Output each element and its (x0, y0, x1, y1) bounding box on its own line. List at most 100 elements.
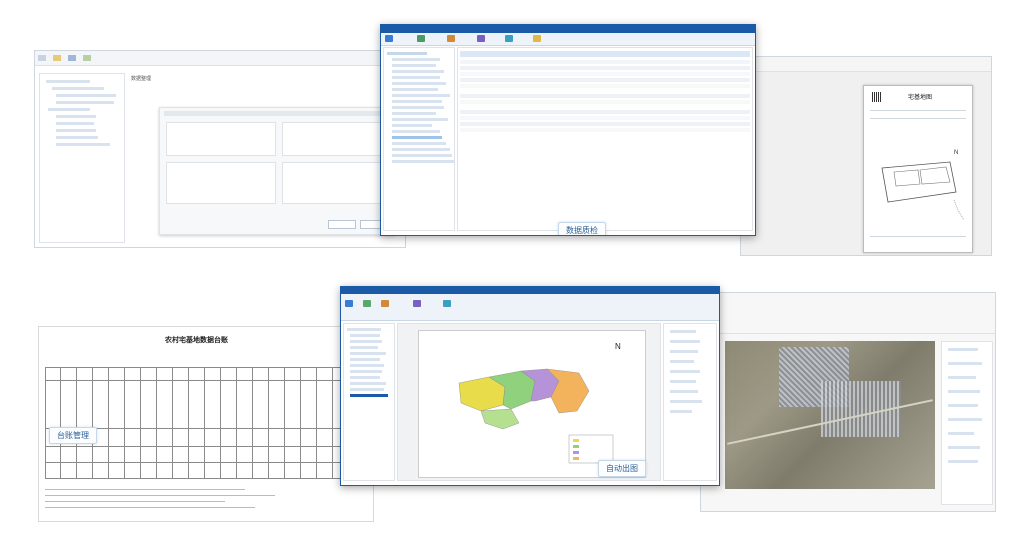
tree-item[interactable] (350, 376, 380, 379)
tree-item[interactable] (392, 148, 450, 151)
tree-item[interactable] (347, 328, 381, 331)
dialog-group (166, 122, 276, 156)
tree-item[interactable] (392, 70, 444, 73)
tree-item[interactable] (350, 382, 386, 385)
satellite-image (725, 341, 935, 489)
tree-item[interactable] (350, 346, 378, 349)
tree-item[interactable] (56, 136, 98, 139)
layer-item[interactable] (948, 418, 982, 421)
toolbar (35, 51, 405, 66)
export-icon[interactable] (505, 35, 513, 42)
layer-item[interactable] (948, 390, 980, 393)
tree-item[interactable] (392, 118, 448, 121)
table-line (46, 462, 368, 463)
tab-organise[interactable]: 数据整理 (131, 75, 151, 82)
tree-item[interactable] (350, 340, 382, 343)
tree-item[interactable] (56, 101, 114, 104)
tree-item[interactable] (392, 130, 440, 133)
table-line (140, 368, 141, 478)
tree-item[interactable] (392, 142, 446, 145)
tree-item[interactable] (392, 76, 440, 79)
tree-item[interactable] (392, 124, 432, 127)
layer-item[interactable] (948, 348, 978, 351)
tree-item[interactable] (350, 364, 384, 367)
table-line (300, 368, 301, 478)
legend-item[interactable] (670, 400, 702, 403)
legend-item[interactable] (670, 350, 698, 353)
tree-item[interactable] (350, 334, 380, 337)
legend-item[interactable] (670, 360, 694, 363)
tree-item[interactable] (392, 136, 442, 139)
property-row (460, 60, 750, 64)
tree-item[interactable] (392, 112, 436, 115)
tree-item[interactable] (52, 87, 104, 90)
template-icon[interactable] (443, 300, 451, 307)
legend-item[interactable] (670, 410, 692, 413)
layer-item[interactable] (948, 404, 978, 407)
table-line (268, 368, 269, 478)
tree-item[interactable] (392, 94, 450, 97)
legend-item[interactable] (670, 330, 696, 333)
table-line (92, 368, 93, 478)
tree-item[interactable] (392, 100, 442, 103)
divider (870, 118, 966, 119)
tree-item[interactable] (392, 58, 440, 61)
tree-item[interactable] (56, 122, 94, 125)
tree-item[interactable] (392, 88, 438, 91)
note-line (45, 489, 245, 490)
property-row (460, 110, 750, 114)
ledger-table (45, 367, 369, 479)
layout-icon[interactable] (413, 300, 421, 307)
tree-item[interactable] (392, 160, 454, 163)
tree-item[interactable] (56, 115, 96, 118)
save-icon[interactable] (68, 55, 77, 61)
tree-item[interactable] (392, 106, 444, 109)
map-export-icon[interactable] (363, 300, 371, 307)
quality-check-icon[interactable] (385, 35, 393, 42)
tree-item[interactable] (350, 370, 382, 373)
layer-item[interactable] (948, 362, 982, 365)
map-query-icon[interactable] (345, 300, 353, 307)
table-line (108, 368, 109, 478)
layer-item[interactable] (948, 446, 980, 449)
export-icon[interactable] (83, 55, 92, 61)
property-row (460, 66, 750, 70)
tree-item[interactable] (56, 143, 110, 146)
tree-item[interactable] (350, 358, 380, 361)
tree-item[interactable] (392, 154, 452, 157)
doc-page: 宅基地图 N (863, 85, 973, 253)
tree-item[interactable] (387, 52, 427, 55)
layer-item[interactable] (948, 432, 974, 435)
tree-item[interactable] (350, 394, 388, 397)
menu-icon[interactable] (38, 55, 46, 61)
tree-item[interactable] (46, 80, 90, 83)
tree-item[interactable] (48, 108, 90, 111)
layer-tree-panel (343, 323, 395, 481)
legend-item[interactable] (670, 380, 696, 383)
ledger-document-window: 农村宅基地数据台账 台账管理 (38, 326, 374, 522)
rule-icon[interactable] (417, 35, 425, 42)
tree-item[interactable] (56, 129, 96, 132)
legend-item[interactable] (670, 340, 700, 343)
legend-item[interactable] (670, 390, 698, 393)
open-icon[interactable] (53, 55, 62, 61)
table-line (46, 446, 368, 447)
tree-item[interactable] (392, 64, 436, 67)
legend-item[interactable] (670, 370, 700, 373)
north-arrow-icon: N (615, 342, 621, 351)
star-icon[interactable] (533, 35, 541, 42)
layer-item[interactable] (948, 376, 976, 379)
map-print-icon[interactable] (381, 300, 389, 307)
tree-item[interactable] (392, 82, 446, 85)
layer-item[interactable] (948, 460, 978, 463)
report-icon[interactable] (477, 35, 485, 42)
ok-button[interactable] (328, 220, 356, 229)
map-canvas[interactable]: N 自动出图 (397, 323, 661, 481)
tree-item[interactable] (350, 352, 386, 355)
window-titlebar (341, 287, 719, 294)
table-line (124, 368, 125, 478)
edit-icon[interactable] (447, 35, 455, 42)
table-line (76, 368, 77, 478)
tree-item[interactable] (56, 94, 116, 97)
tree-item[interactable] (350, 388, 384, 391)
